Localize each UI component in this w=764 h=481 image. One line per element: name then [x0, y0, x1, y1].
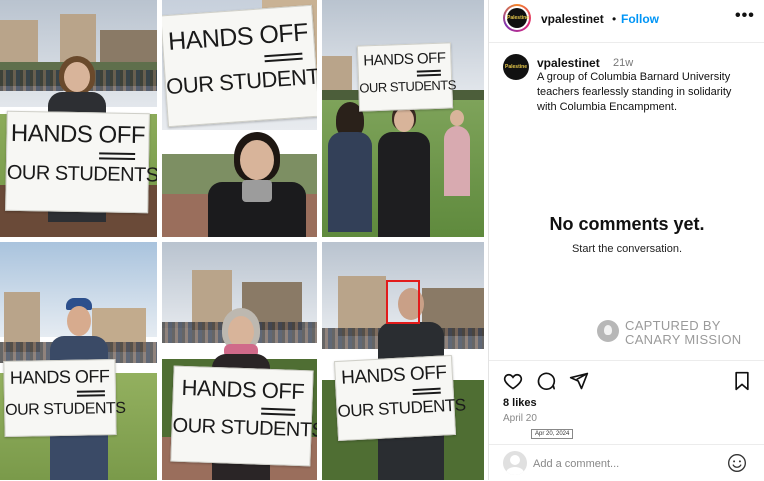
heart-icon[interactable] [503, 371, 523, 391]
photo-tile-2: HANDS OFF OUR STUDENTS [162, 0, 317, 237]
canary-bird-icon [597, 320, 619, 342]
face-highlight-box [386, 280, 420, 324]
photo-tile-6: HANDS OFF OUR STUDENTS [322, 242, 484, 480]
emoji-icon[interactable] [727, 453, 747, 473]
no-comments-title: No comments yet. [549, 214, 705, 234]
date-tooltip: Apr 20, 2024 [531, 429, 574, 439]
protest-sign: HANDS OFF OUR STUDENTS [162, 4, 317, 128]
action-bar [489, 360, 764, 401]
separator-dot: • [612, 12, 617, 26]
caption-avatar[interactable]: Palestine [503, 54, 529, 80]
post-date[interactable]: April 20 [503, 413, 537, 424]
comment-icon[interactable] [536, 371, 556, 391]
add-comment-input[interactable] [531, 455, 715, 473]
author-avatar[interactable]: Palestine [503, 4, 531, 32]
post-header: Palestine vpalestinet • Follow ••• [489, 0, 764, 43]
comment-bar [489, 444, 764, 481]
protest-sign: HANDS OFF OUR STUDENTS [170, 365, 317, 467]
post-side-panel: Palestine vpalestinet • Follow ••• Pales… [488, 0, 764, 480]
caption-username[interactable]: vpalestinet [537, 56, 600, 70]
photo-tile-1: HANDS OFF OUR STUDENTS [0, 0, 157, 237]
likes-count[interactable]: 8 likes [503, 397, 537, 409]
protest-sign: HANDS OFF OUR STUDENTS [3, 359, 126, 437]
share-icon[interactable] [569, 371, 589, 391]
author-username[interactable]: vpalestinet [541, 12, 604, 26]
follow-button[interactable]: Follow [621, 12, 659, 26]
caption-time-ago: 21w [613, 57, 634, 69]
instagram-post: HANDS OFF OUR STUDENTS HANDS OFF OUR STU… [0, 0, 764, 480]
caption-text: A group of Columbia Barnard University t… [537, 71, 732, 113]
protest-sign: HANDS OFF OUR STUDENTS [5, 110, 157, 214]
more-horizontal-icon[interactable]: ••• [735, 7, 755, 25]
photo-collage: HANDS OFF OUR STUDENTS HANDS OFF OUR STU… [0, 0, 488, 480]
bookmark-icon[interactable] [733, 371, 751, 391]
protest-sign: HANDS OFF OUR STUDENTS [356, 42, 456, 112]
start-conversation-text: Start the conversation. [571, 243, 683, 255]
current-user-avatar [503, 451, 527, 475]
photo-tile-4: HANDS OFF OUR STUDENTS [0, 242, 157, 480]
photo-tile-3: HANDS OFF OUR STUDENTS [322, 0, 484, 237]
protest-sign: HANDS OFF OUR STUDENTS [333, 354, 466, 442]
photo-tile-5: HANDS OFF OUR STUDENTS [162, 242, 317, 480]
